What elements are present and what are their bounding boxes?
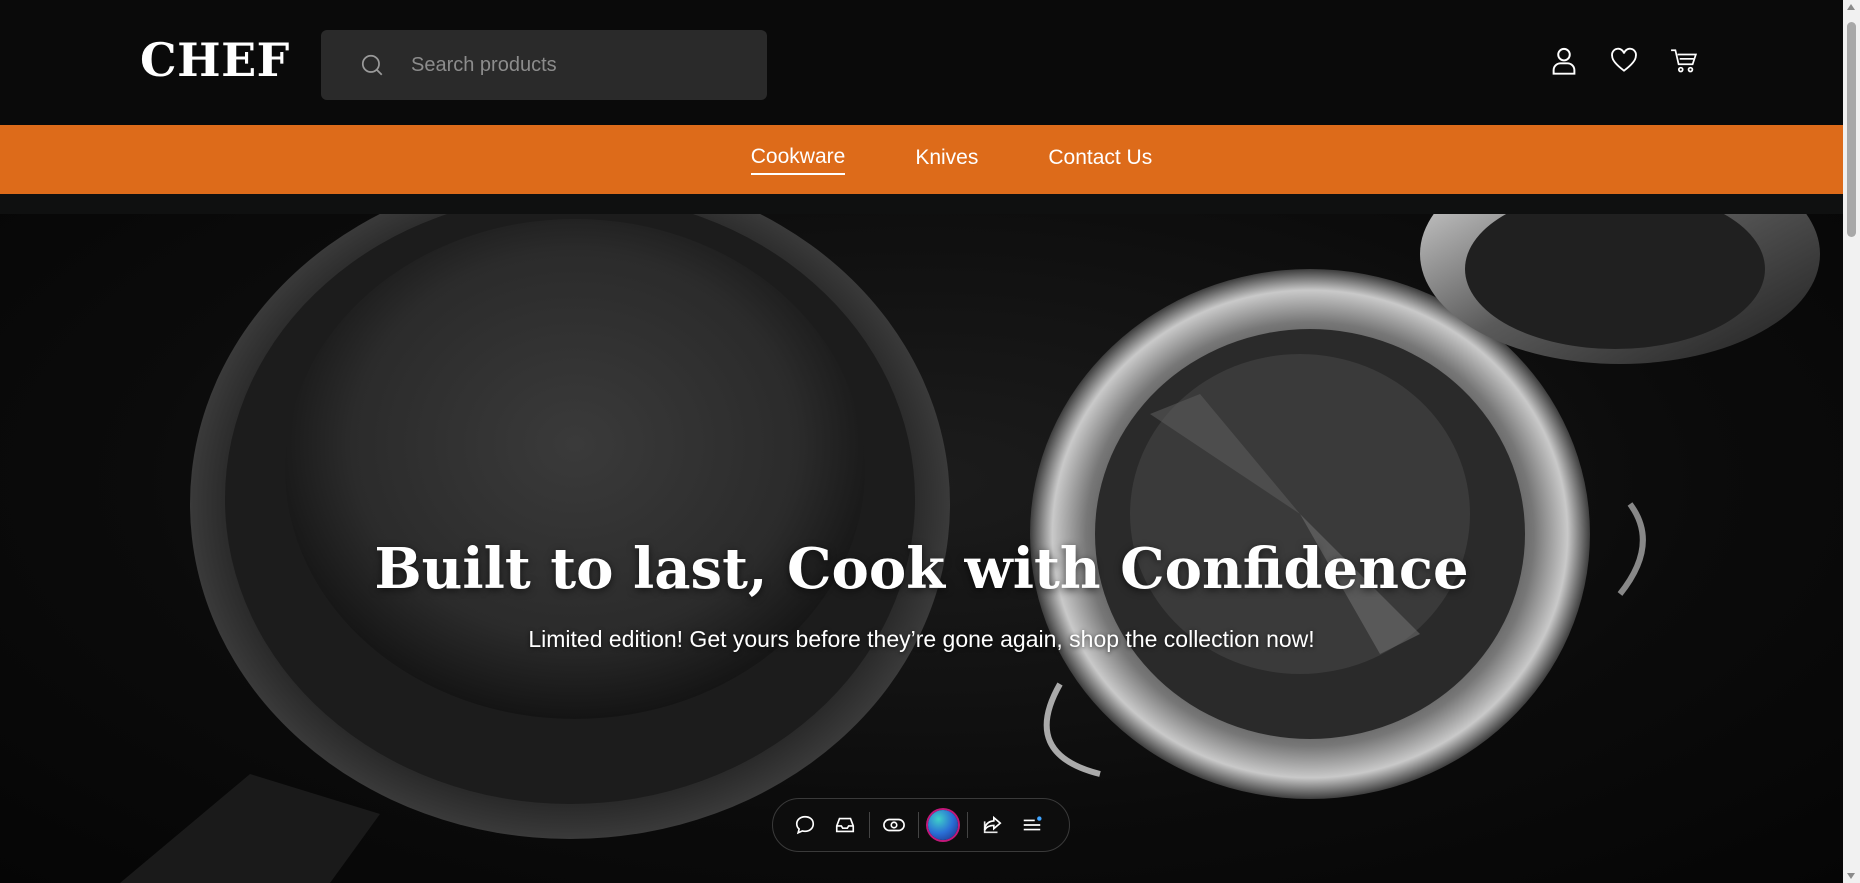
search-bar[interactable]: Search products — [321, 30, 767, 100]
search-icon — [361, 54, 383, 76]
search-input[interactable]: Search products — [411, 54, 557, 77]
floating-toolbar — [772, 798, 1070, 852]
menu-icon — [1023, 816, 1042, 831]
preview-button[interactable] — [874, 805, 914, 845]
inbox-button[interactable] — [825, 805, 865, 845]
heart-icon[interactable] — [1610, 46, 1638, 76]
share-icon — [983, 815, 1002, 834]
hero-title: Built to last, Cook with Confidence — [374, 536, 1469, 602]
toolbar-divider — [918, 812, 919, 838]
hero-subtitle: Limited edition! Get yours before they’r… — [528, 626, 1315, 652]
share-button[interactable] — [972, 805, 1012, 845]
nav-item-cookware[interactable]: Cookware — [750, 145, 846, 175]
comment-icon — [795, 815, 815, 835]
logo[interactable]: CHEF — [140, 33, 290, 87]
user-icon[interactable] — [1550, 46, 1578, 76]
scroll-down-icon[interactable] — [1847, 873, 1855, 879]
scroll-up-icon[interactable] — [1847, 4, 1855, 10]
hero-banner: Built to last, Cook with Confidence Limi… — [0, 214, 1843, 883]
comment-button[interactable] — [785, 805, 825, 845]
menu-button[interactable] — [1012, 805, 1052, 845]
eye-icon — [883, 818, 905, 832]
cart-icon[interactable] — [1670, 46, 1698, 76]
main-nav: Cookware Knives Contact Us — [0, 125, 1843, 194]
site-header: CHEF Search products — [0, 0, 1843, 125]
toolbar-divider — [869, 812, 870, 838]
nav-item-contact-us[interactable]: Contact Us — [1048, 146, 1152, 174]
header-actions — [1550, 46, 1698, 76]
inbox-icon — [835, 817, 855, 833]
nav-item-knives[interactable]: Knives — [915, 146, 978, 174]
avatar-button[interactable] — [923, 805, 963, 845]
toolbar-divider — [967, 812, 968, 838]
page-scrollbar[interactable] — [1843, 0, 1860, 883]
avatar-orb — [928, 810, 958, 840]
nav-divider-strip — [0, 194, 1843, 214]
scrollbar-thumb[interactable] — [1847, 22, 1856, 237]
